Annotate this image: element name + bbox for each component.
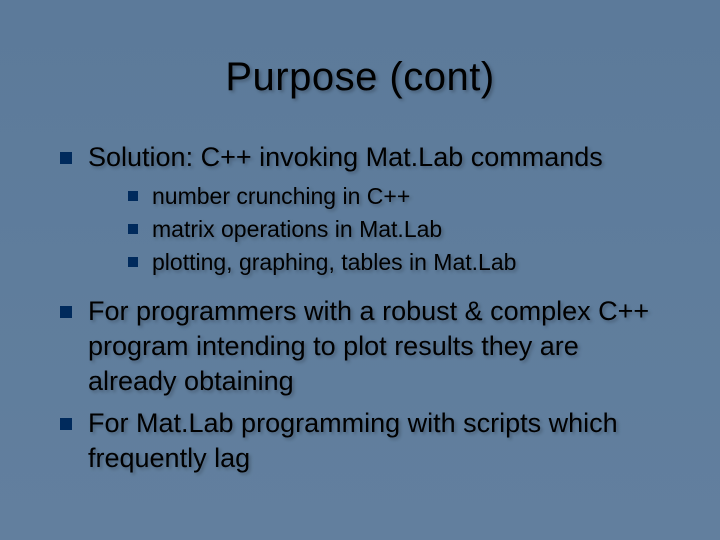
bullet-3-text: For Mat.Lab programming with scripts whi…	[88, 406, 670, 476]
sub-bullet-text: matrix operations in Mat.Lab	[152, 214, 442, 245]
sub-bullet-text: plotting, graphing, tables in Mat.Lab	[152, 247, 516, 278]
slide: Purpose (cont) Solution: C++ invoking Ma…	[0, 0, 720, 540]
bullet-2-text: For programmers with a robust & complex …	[88, 294, 670, 399]
bullet-1: Solution: C++ invoking Mat.Lab commands	[60, 140, 670, 175]
bullet-2: For programmers with a robust & complex …	[60, 294, 670, 399]
square-bullet-icon	[60, 306, 72, 318]
slide-title: Purpose (cont)	[50, 55, 670, 100]
sub-bullet: plotting, graphing, tables in Mat.Lab	[128, 247, 670, 278]
square-bullet-icon	[128, 257, 138, 267]
sub-bullet: matrix operations in Mat.Lab	[128, 214, 670, 245]
bullet-3: For Mat.Lab programming with scripts whi…	[60, 406, 670, 476]
square-bullet-icon	[60, 152, 72, 164]
square-bullet-icon	[128, 224, 138, 234]
square-bullet-icon	[128, 191, 138, 201]
slide-body: Solution: C++ invoking Mat.Lab commands …	[50, 140, 670, 476]
bullet-1-sub: number crunching in C++ matrix operation…	[60, 181, 670, 278]
square-bullet-icon	[60, 418, 72, 430]
sub-bullet-text: number crunching in C++	[152, 181, 410, 212]
bullet-1-text: Solution: C++ invoking Mat.Lab commands	[88, 140, 603, 175]
sub-bullet: number crunching in C++	[128, 181, 670, 212]
